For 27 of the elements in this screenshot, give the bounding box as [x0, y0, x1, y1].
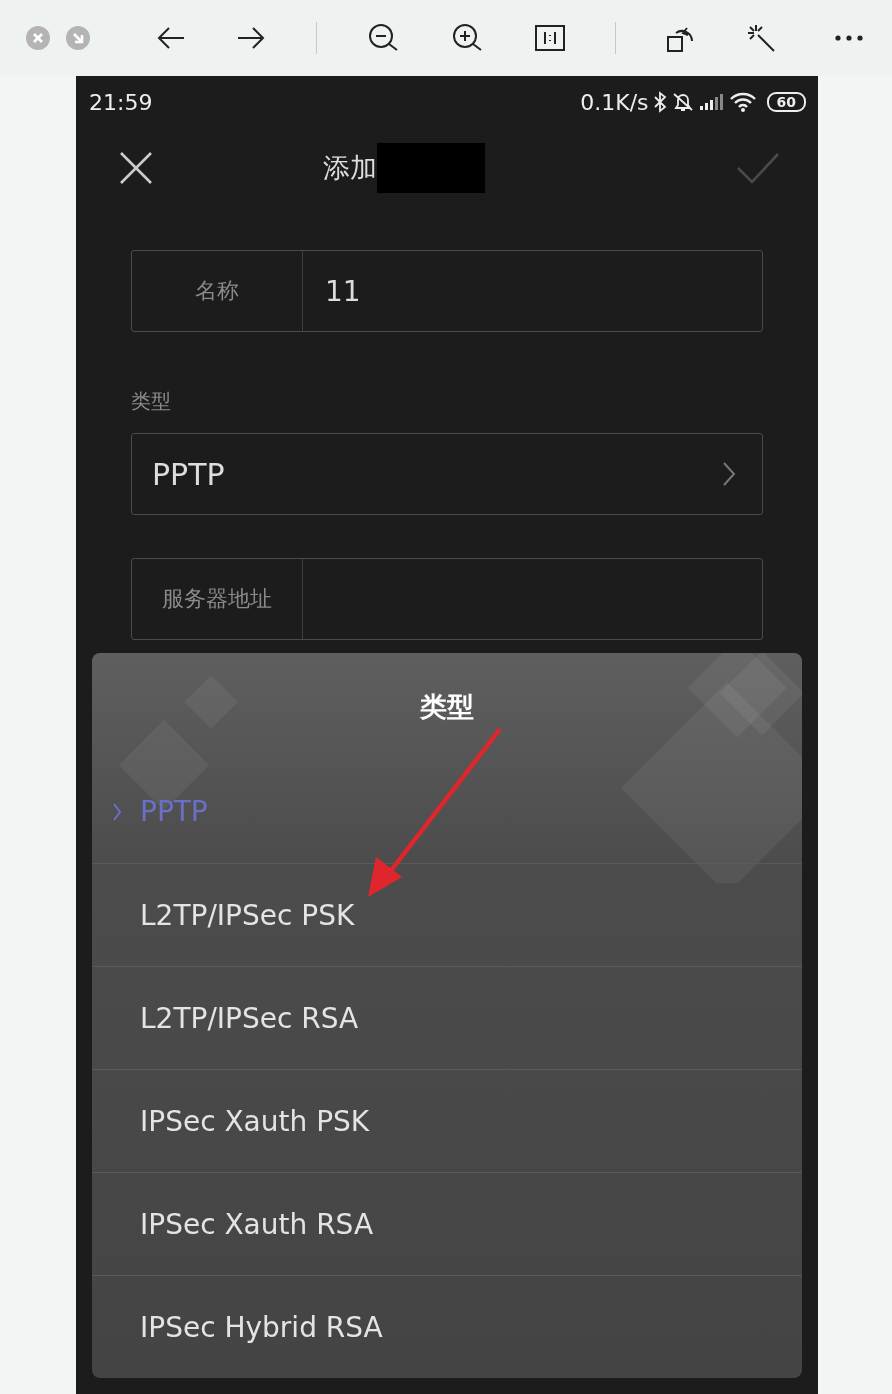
- option-item[interactable]: IPSec Xauth PSK: [92, 1069, 802, 1172]
- chevron-right-icon: [112, 801, 122, 822]
- wifi-icon: [728, 91, 757, 113]
- name-field[interactable]: 名称 11: [131, 250, 763, 332]
- option-item[interactable]: IPSec Xauth RSA: [92, 1172, 802, 1275]
- magic-wand-icon[interactable]: [746, 23, 776, 53]
- actual-size-icon[interactable]: [535, 25, 565, 51]
- screen-title: 添加: [323, 151, 377, 185]
- server-address-field[interactable]: 服务器地址: [131, 558, 763, 640]
- back-arrow-icon[interactable]: [156, 25, 186, 51]
- dialog-title: 类型: [419, 689, 475, 724]
- type-selector[interactable]: PPTP: [131, 433, 763, 515]
- field-label: 服务器地址: [132, 559, 303, 639]
- battery-indicator: 60: [766, 92, 806, 112]
- more-icon[interactable]: [834, 34, 864, 42]
- network-speed: 0.1K/s: [580, 89, 649, 115]
- section-label: 类型: [131, 388, 172, 415]
- field-label: 名称: [132, 251, 303, 331]
- field-value: 11: [324, 273, 361, 310]
- option-item[interactable]: IPSec Hybrid RSA: [92, 1275, 802, 1378]
- signal-icon: [698, 93, 725, 111]
- clock-time: 21:59: [89, 89, 153, 115]
- option-item[interactable]: L2TP/IPSec RSA: [92, 966, 802, 1069]
- chevron-right-icon: [722, 461, 736, 487]
- forward-arrow-icon[interactable]: [236, 25, 266, 51]
- bluetooth-icon: [652, 91, 667, 113]
- close-icon[interactable]: [119, 151, 153, 185]
